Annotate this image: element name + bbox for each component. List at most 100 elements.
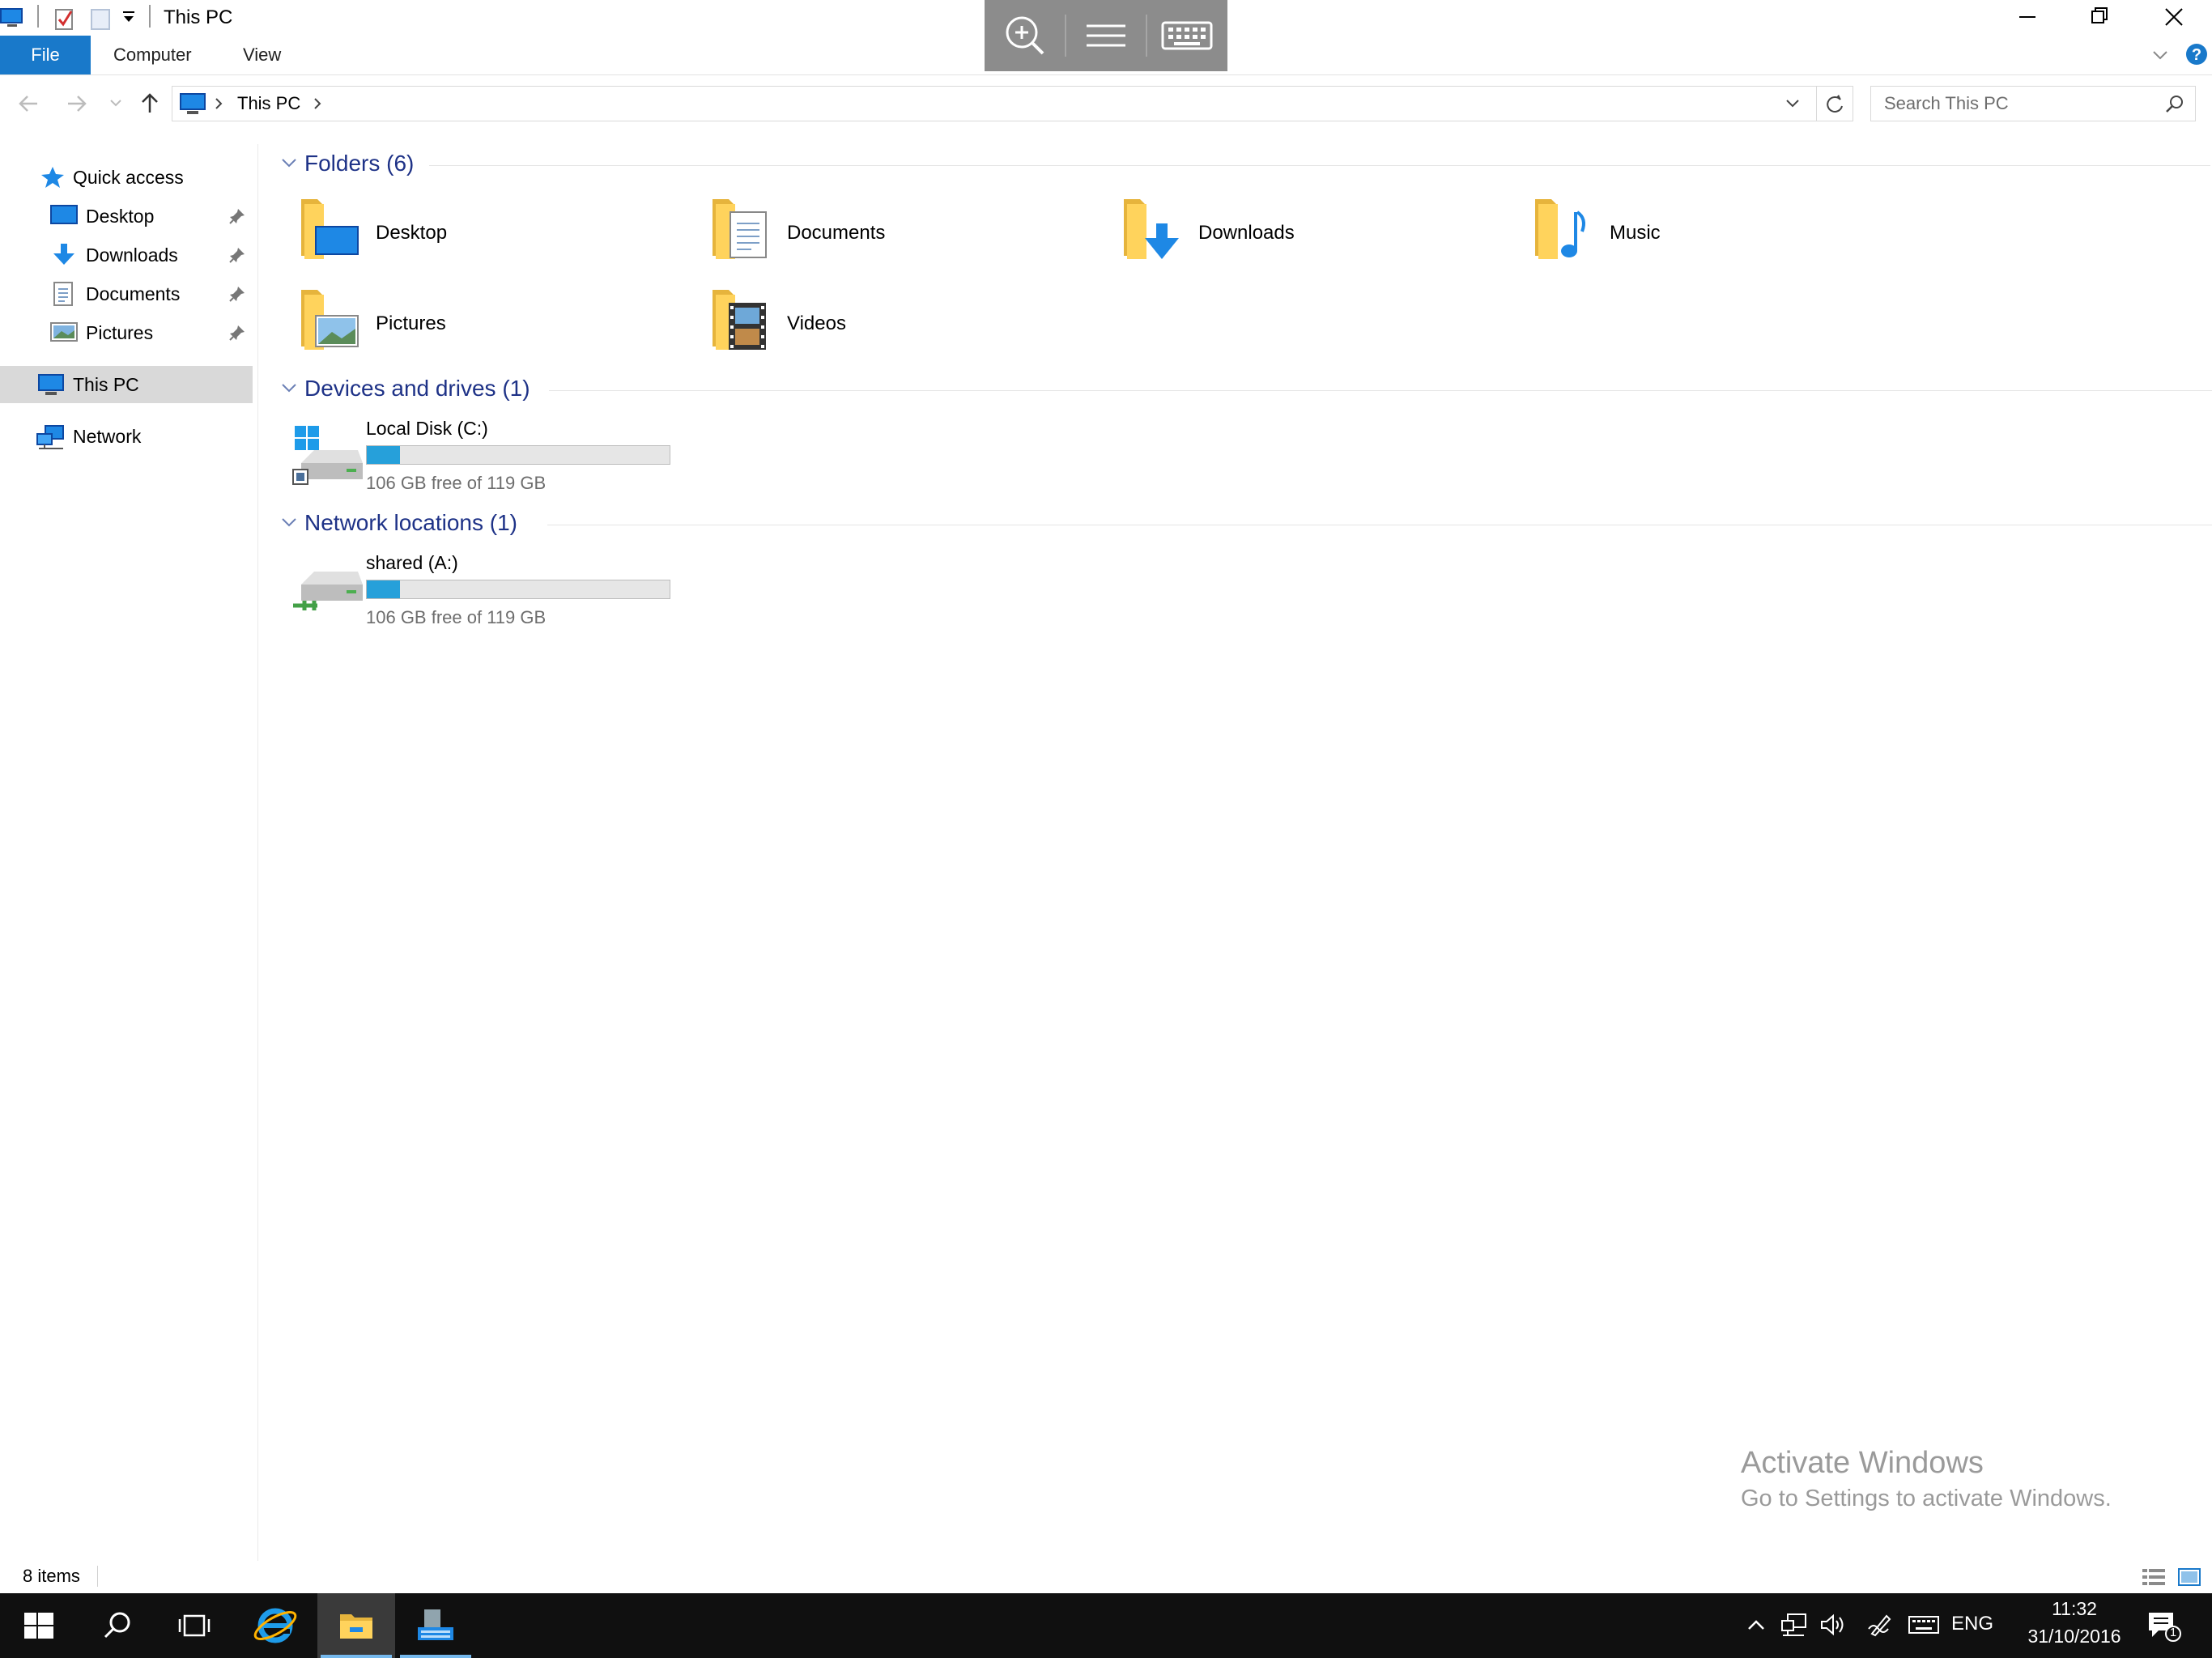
computer-icon	[0, 6, 26, 29]
tile-label: Documents	[787, 222, 886, 244]
download-arrow-icon	[50, 243, 78, 267]
pin-icon[interactable]	[228, 246, 246, 264]
pin-icon[interactable]	[228, 285, 246, 303]
document-icon	[52, 282, 76, 308]
drive-capacity-fill	[367, 580, 401, 598]
divider	[429, 165, 2210, 166]
svg-text:?: ?	[2192, 46, 2201, 64]
content-pane: Folders (6) Desktop Documents Downloads …	[257, 144, 2212, 1561]
folder-tile-pictures[interactable]: Pictures	[300, 285, 696, 366]
navigation-pane: Quick access Desktop Downloads Documents…	[0, 144, 258, 1561]
picture-icon	[50, 321, 78, 343]
nav-item-this-pc[interactable]: This PC	[0, 366, 253, 403]
nav-item-downloads[interactable]: Downloads	[0, 236, 253, 274]
properties-icon[interactable]	[53, 6, 76, 31]
tab-view[interactable]: View	[243, 36, 281, 74]
back-icon[interactable]	[16, 92, 40, 115]
breadcrumb-separator-icon[interactable]	[213, 96, 224, 111]
tab-file[interactable]: File	[0, 36, 91, 74]
windows-drive-icon	[290, 424, 363, 486]
folder-tile-music[interactable]: Music	[1534, 194, 1930, 275]
details-view-icon[interactable]	[2141, 1566, 2168, 1588]
star-icon	[40, 165, 65, 189]
taskbar: ENG 11:32 31/10/2016 1	[0, 1593, 2212, 1658]
drive-free-space: 106 GB free of 119 GB	[366, 607, 547, 627]
nav-item-pictures[interactable]: Pictures	[0, 314, 253, 351]
nav-item-desktop[interactable]: Desktop	[0, 198, 253, 235]
chevron-down-icon[interactable]	[280, 515, 298, 529]
large-icons-view-icon[interactable]	[2176, 1566, 2204, 1588]
group-header-folders[interactable]: Folders (6)	[269, 147, 2212, 180]
search-icon[interactable]	[2164, 94, 2185, 115]
chevron-down-icon[interactable]	[280, 380, 298, 395]
search-button[interactable]	[78, 1593, 155, 1658]
new-folder-icon[interactable]	[89, 6, 112, 31]
nav-label: Desktop	[86, 206, 155, 227]
nav-label: Quick access	[73, 167, 184, 188]
folder-tile-videos[interactable]: Videos	[711, 285, 1108, 366]
pen-workspace-icon[interactable]	[1865, 1611, 1895, 1639]
search-input[interactable]: Search This PC	[1870, 86, 2196, 121]
divider	[37, 5, 39, 28]
nav-label: Downloads	[86, 244, 178, 266]
running-indicator	[400, 1655, 471, 1658]
group-header-devices[interactable]: Devices and drives (1)	[269, 372, 2212, 405]
computer-icon	[37, 372, 66, 397]
folder-tile-downloads[interactable]: Downloads	[1122, 194, 1519, 275]
file-explorer-button[interactable]	[317, 1593, 395, 1658]
forward-icon[interactable]	[65, 92, 89, 115]
address-bar[interactable]: This PC	[172, 86, 1817, 121]
pin-icon[interactable]	[228, 207, 246, 225]
tile-label: Music	[1610, 222, 1661, 244]
notification-count: 1	[2169, 1626, 2177, 1639]
clock-time[interactable]: 11:32	[2018, 1598, 2131, 1620]
tab-computer[interactable]: Computer	[113, 36, 192, 74]
volume-icon[interactable]	[1819, 1611, 1848, 1639]
recent-locations-icon[interactable]	[108, 97, 123, 108]
nav-item-documents[interactable]: Documents	[0, 275, 253, 312]
breadcrumb-separator-icon[interactable]	[312, 96, 323, 111]
server-manager-button[interactable]	[397, 1593, 474, 1658]
network-icon	[36, 424, 66, 450]
drive-tile-local-disk[interactable]: Local Disk (C:) 106 GB free of 119 GB	[290, 414, 711, 504]
refresh-button[interactable]	[1817, 86, 1853, 121]
minimize-button[interactable]	[1992, 0, 2063, 36]
internet-explorer-button[interactable]	[236, 1593, 314, 1658]
up-icon[interactable]	[138, 91, 162, 115]
chevron-down-icon[interactable]	[280, 155, 298, 170]
address-dropdown-icon[interactable]	[1784, 96, 1802, 111]
clock-date[interactable]: 31/10/2016	[2018, 1626, 2131, 1647]
breadcrumb-this-pc[interactable]: This PC	[237, 93, 300, 114]
network-drive-icon	[290, 560, 363, 617]
group-title: Devices and drives (1)	[304, 376, 530, 401]
nav-label: Documents	[86, 283, 181, 304]
action-center-icon[interactable]: 1	[2146, 1608, 2181, 1643]
start-button[interactable]	[0, 1593, 78, 1658]
drive-free-space: 106 GB free of 119 GB	[366, 473, 547, 493]
help-icon[interactable]: ?	[2184, 42, 2209, 66]
nav-item-quick-access[interactable]: Quick access	[0, 159, 253, 196]
customize-quick-access-icon[interactable]	[121, 10, 136, 26]
nav-label: Pictures	[86, 322, 154, 343]
pin-icon[interactable]	[228, 324, 246, 342]
nav-label: Network	[73, 426, 142, 447]
nav-item-network[interactable]: Network	[0, 418, 253, 455]
pictures-folder-icon	[300, 285, 364, 355]
watermark-title: Activate Windows	[1741, 1446, 1984, 1480]
restore-button[interactable]	[2063, 0, 2134, 36]
close-button[interactable]	[2138, 0, 2209, 36]
folder-tile-documents[interactable]: Documents	[711, 194, 1108, 275]
touch-keyboard-icon[interactable]	[1908, 1611, 1940, 1639]
expand-ribbon-icon[interactable]	[2150, 47, 2170, 63]
task-view-button[interactable]	[155, 1593, 233, 1658]
folder-tile-desktop[interactable]: Desktop	[300, 194, 696, 275]
group-title: Folders (6)	[304, 151, 415, 176]
computer-icon	[179, 91, 208, 116]
divider	[97, 1566, 98, 1587]
show-hidden-icons[interactable]	[1744, 1613, 1768, 1637]
input-language[interactable]: ENG	[1951, 1613, 1993, 1635]
drive-tile-shared[interactable]: shared (A:) 106 GB free of 119 GB	[290, 549, 711, 638]
ribbon: File Computer View ?	[0, 36, 2212, 75]
network-tray-icon[interactable]	[1780, 1611, 1809, 1639]
group-header-network-locations[interactable]: Network locations (1)	[269, 507, 2212, 539]
